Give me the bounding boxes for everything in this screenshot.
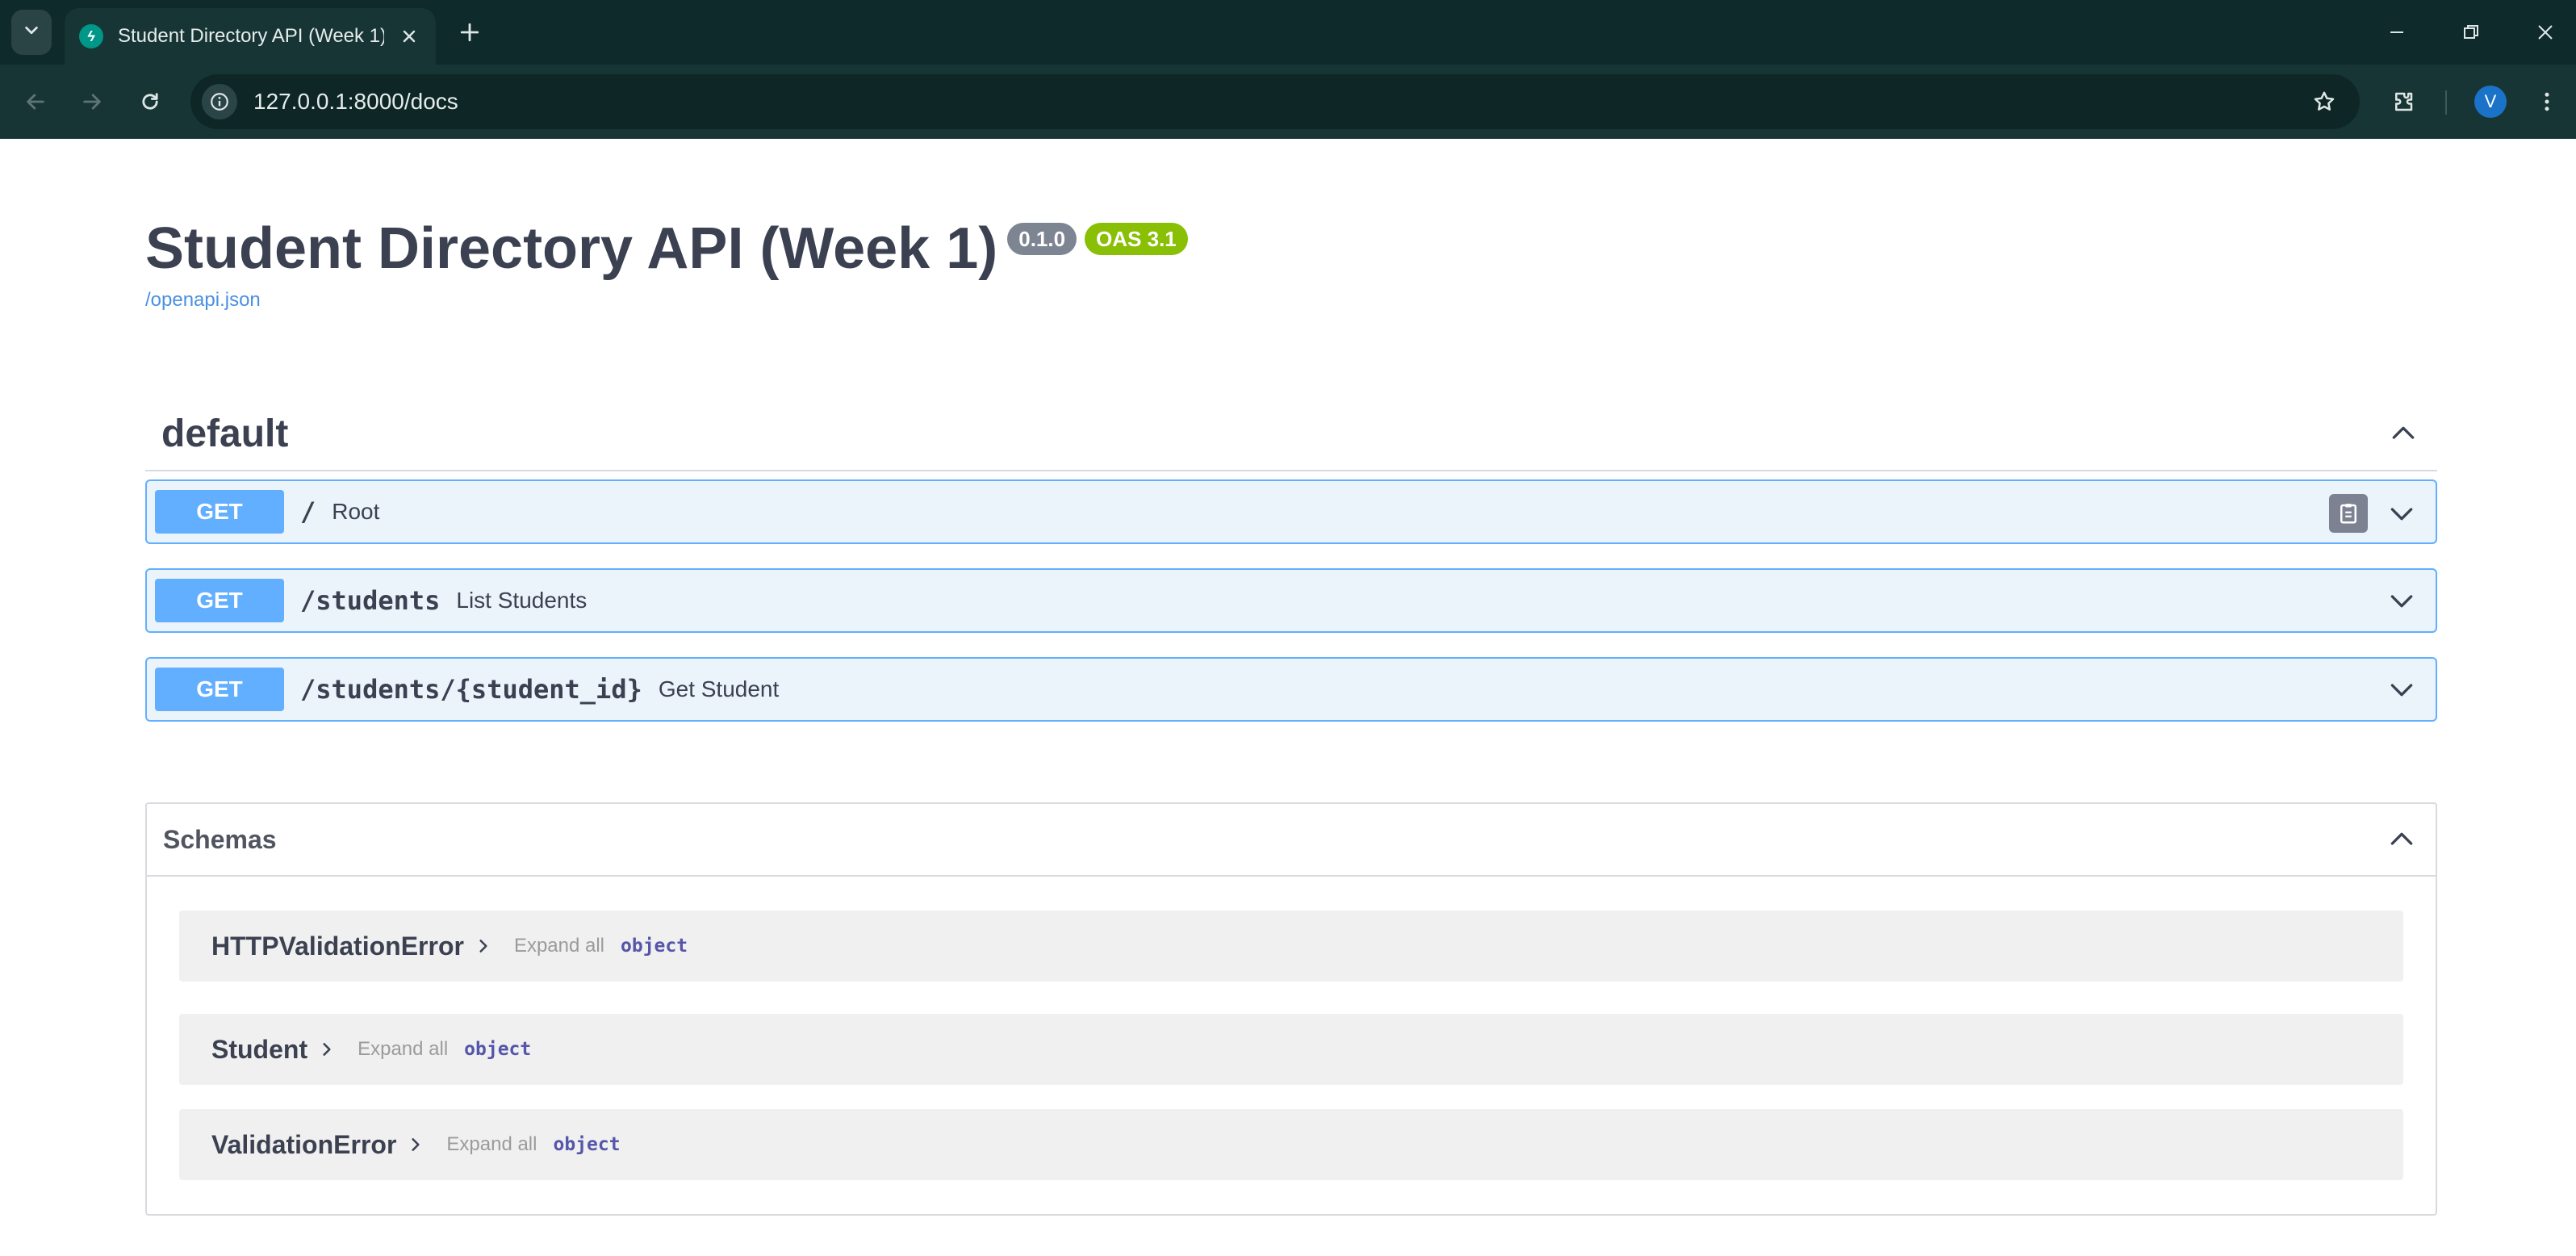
model-name[interactable]: Student: [211, 1035, 307, 1065]
model-type: object: [464, 1039, 532, 1060]
tab-close-button[interactable]: [397, 24, 421, 48]
chevron-down-icon[interactable]: [2384, 583, 2419, 618]
browser-menu-button[interactable]: [2529, 84, 2565, 119]
schemas-header[interactable]: Schemas: [147, 804, 2436, 877]
browser-tab-active[interactable]: ϟ Student Directory API (Week 1): [65, 8, 436, 65]
api-title: Student Directory API (Week 1): [145, 216, 998, 281]
close-icon: [403, 30, 416, 43]
minimize-window-button[interactable]: [2379, 15, 2415, 50]
model-name[interactable]: ValidationError: [211, 1130, 396, 1160]
fastapi-icon: ϟ: [79, 24, 103, 48]
model-type: object: [621, 936, 688, 957]
url-text[interactable]: 127.0.0.1:8000/docs: [253, 89, 458, 115]
schema-model-httpvalidationerror[interactable]: HTTPValidationError Expand all object: [179, 911, 2403, 982]
chevron-right-icon[interactable]: [474, 936, 493, 956]
tag-title: default: [161, 412, 289, 455]
api-info: Student Directory API (Week 1) 0.1.0 OAS…: [145, 220, 1188, 312]
minimize-icon: [2390, 31, 2403, 33]
toolbar-divider: [2445, 90, 2447, 115]
bookmark-button[interactable]: [2306, 84, 2342, 119]
forward-button[interactable]: [74, 84, 110, 119]
browser-tab-strip: ϟ Student Directory API (Week 1): [0, 0, 2576, 65]
openapi-json-link[interactable]: /openapi.json: [145, 289, 1188, 312]
operation-path: /students: [300, 585, 441, 616]
forward-arrow-icon: [83, 94, 101, 110]
schema-model-student[interactable]: Student Expand all object: [179, 1014, 2403, 1085]
info-icon: [211, 93, 228, 111]
back-arrow-icon: [27, 94, 44, 110]
method-badge: GET: [155, 490, 284, 534]
reload-icon: [142, 93, 158, 110]
expand-all-button[interactable]: Expand all: [514, 935, 604, 957]
close-window-button[interactable]: [2528, 15, 2563, 50]
profile-avatar[interactable]: V: [2474, 86, 2507, 118]
new-tab-button[interactable]: [454, 16, 486, 48]
schemas-title: Schemas: [163, 824, 277, 854]
expand-all-button[interactable]: Expand all: [358, 1038, 448, 1061]
schema-model-validationerror[interactable]: ValidationError Expand all object: [179, 1109, 2403, 1180]
chevron-up-icon[interactable]: [2386, 416, 2421, 451]
operation-get-students[interactable]: GET /students List Students: [145, 568, 2437, 633]
operation-get-student[interactable]: GET /students/{student_id} Get Student: [145, 657, 2437, 722]
clipboard-icon: [2340, 504, 2356, 524]
tab-search-button[interactable]: [11, 10, 52, 55]
close-icon: [2538, 25, 2553, 40]
version-badge: 0.1.0: [1007, 223, 1077, 255]
tag-header[interactable]: default: [145, 397, 2437, 471]
plus-icon: [460, 23, 479, 42]
back-button[interactable]: [18, 84, 53, 119]
browser-toolbar: 127.0.0.1:8000/docs V: [0, 65, 2576, 139]
expand-all-button[interactable]: Expand all: [446, 1133, 537, 1156]
chevron-up-icon[interactable]: [2384, 822, 2419, 857]
tab-title: Student Directory API (Week 1): [118, 25, 384, 47]
swagger-page: Student Directory API (Week 1) 0.1.0 OAS…: [0, 139, 2576, 1256]
star-icon: [2314, 91, 2335, 111]
chevron-right-icon[interactable]: [406, 1135, 425, 1154]
model-name[interactable]: HTTPValidationError: [211, 932, 464, 961]
reload-button[interactable]: [132, 84, 168, 119]
operation-get-root[interactable]: GET / Root: [145, 479, 2437, 544]
copy-to-clipboard-button[interactable]: [2329, 494, 2368, 533]
restore-icon: [2464, 25, 2478, 39]
tag-section-default: default GET / Root GET /students List St…: [145, 397, 2437, 722]
operation-path: /students/{student_id}: [300, 674, 642, 705]
model-type: object: [553, 1134, 621, 1155]
site-info-button[interactable]: [202, 84, 237, 119]
oas-badge: OAS 3.1: [1085, 223, 1188, 255]
method-badge: GET: [155, 579, 284, 622]
restore-window-button[interactable]: [2453, 15, 2489, 50]
operation-path: /: [300, 496, 316, 527]
address-bar[interactable]: 127.0.0.1:8000/docs: [190, 74, 2360, 129]
schemas-section: Schemas HTTPValidationError Expand all o…: [145, 802, 2437, 1216]
puzzle-icon: [2395, 92, 2413, 111]
chevron-right-icon[interactable]: [317, 1040, 337, 1059]
chevron-down-icon[interactable]: [2384, 672, 2419, 707]
chevron-down-icon[interactable]: [2384, 496, 2419, 531]
extensions-button[interactable]: [2386, 84, 2421, 119]
chevron-down-icon: [23, 22, 40, 44]
more-vert-icon: [2545, 92, 2549, 111]
method-badge: GET: [155, 668, 284, 711]
operation-summary: Get Student: [658, 676, 780, 701]
operation-summary: List Students: [456, 588, 588, 613]
operation-summary: Root: [332, 499, 380, 524]
